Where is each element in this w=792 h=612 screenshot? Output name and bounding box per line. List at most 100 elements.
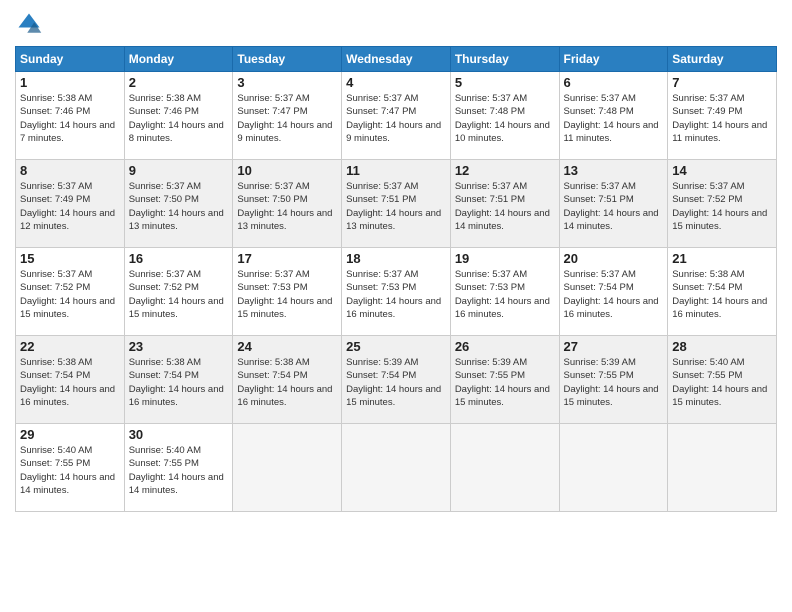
calendar-cell: 15Sunrise: 5:37 AMSunset: 7:52 PMDayligh… [16, 248, 125, 336]
calendar-cell: 25 Sunrise: 5:39 AMSunset: 7:54 PMDayligh… [342, 336, 451, 424]
day-info: Sunrise: 5:37 AMSunset: 7:47 PMDaylight:… [346, 92, 446, 145]
day-info: Sunrise: 5:38 AMSunset: 7:54 PMDaylight:… [20, 356, 120, 409]
day-info: Sunrise: 5:37 AMSunset: 7:52 PMDaylight:… [20, 268, 120, 321]
calendar-cell [668, 424, 777, 512]
day-number: 9 [129, 163, 229, 178]
weekday-header-friday: Friday [559, 47, 668, 72]
calendar-cell: 23Sunrise: 5:38 AMSunset: 7:54 PMDayligh… [124, 336, 233, 424]
day-number: 4 [346, 75, 446, 90]
calendar-cell: 27 Sunrise: 5:39 AMSunset: 7:55 PMDayligh… [559, 336, 668, 424]
day-info: Sunrise: 5:37 AMSunset: 7:48 PMDaylight:… [455, 92, 555, 145]
calendar-week-row: 8 Sunrise: 5:37 AMSunset: 7:49 PMDaylight… [16, 160, 777, 248]
day-info: Sunrise: 5:40 AMSunset: 7:55 PMDaylight:… [20, 444, 120, 497]
calendar-cell: 5Sunrise: 5:37 AMSunset: 7:48 PMDaylight… [450, 72, 559, 160]
day-number: 26 [455, 339, 555, 354]
header [15, 10, 777, 38]
calendar-cell: 11 Sunrise: 5:37 AMSunset: 7:51 PMDayligh… [342, 160, 451, 248]
day-number: 12 [455, 163, 555, 178]
page: SundayMondayTuesdayWednesdayThursdayFrid… [0, 0, 792, 612]
day-number: 27 [564, 339, 664, 354]
calendar-cell [233, 424, 342, 512]
calendar-cell: 19Sunrise: 5:37 AMSunset: 7:53 PMDayligh… [450, 248, 559, 336]
day-info: Sunrise: 5:37 AMSunset: 7:50 PMDaylight:… [129, 180, 229, 233]
day-number: 25 [346, 339, 446, 354]
weekday-header-wednesday: Wednesday [342, 47, 451, 72]
day-number: 19 [455, 251, 555, 266]
day-info: Sunrise: 5:39 AMSunset: 7:55 PMDaylight:… [455, 356, 555, 409]
calendar-header-row: SundayMondayTuesdayWednesdayThursdayFrid… [16, 47, 777, 72]
day-info: Sunrise: 5:37 AMSunset: 7:49 PMDaylight:… [672, 92, 772, 145]
day-info: Sunrise: 5:39 AMSunset: 7:54 PMDaylight:… [346, 356, 446, 409]
calendar-cell: 12 Sunrise: 5:37 AMSunset: 7:51 PMDayligh… [450, 160, 559, 248]
calendar-cell: 9 Sunrise: 5:37 AMSunset: 7:50 PMDaylight… [124, 160, 233, 248]
weekday-header-tuesday: Tuesday [233, 47, 342, 72]
calendar-cell: 2 Sunrise: 5:38 AMSunset: 7:46 PMDaylight… [124, 72, 233, 160]
calendar-table: SundayMondayTuesdayWednesdayThursdayFrid… [15, 46, 777, 512]
day-info: Sunrise: 5:37 AMSunset: 7:53 PMDaylight:… [237, 268, 337, 321]
calendar-cell: 4 Sunrise: 5:37 AMSunset: 7:47 PMDaylight… [342, 72, 451, 160]
day-info: Sunrise: 5:38 AMSunset: 7:54 PMDaylight:… [237, 356, 337, 409]
day-info: Sunrise: 5:37 AMSunset: 7:51 PMDaylight:… [455, 180, 555, 233]
day-number: 1 [20, 75, 120, 90]
weekday-header-monday: Monday [124, 47, 233, 72]
calendar-cell: 24 Sunrise: 5:38 AMSunset: 7:54 PMDayligh… [233, 336, 342, 424]
day-info: Sunrise: 5:37 AMSunset: 7:53 PMDaylight:… [346, 268, 446, 321]
calendar-cell: 13Sunrise: 5:37 AMSunset: 7:51 PMDayligh… [559, 160, 668, 248]
calendar-cell: 10 Sunrise: 5:37 AMSunset: 7:50 PMDayligh… [233, 160, 342, 248]
day-info: Sunrise: 5:38 AMSunset: 7:54 PMDaylight:… [672, 268, 772, 321]
day-info: Sunrise: 5:38 AMSunset: 7:46 PMDaylight:… [20, 92, 120, 145]
day-number: 13 [564, 163, 664, 178]
calendar-cell: 3 Sunrise: 5:37 AMSunset: 7:47 PMDaylight… [233, 72, 342, 160]
day-number: 23 [129, 339, 229, 354]
calendar-cell: 29 Sunrise: 5:40 AMSunset: 7:55 PMDayligh… [16, 424, 125, 512]
day-number: 3 [237, 75, 337, 90]
day-info: Sunrise: 5:40 AMSunset: 7:55 PMDaylight:… [129, 444, 229, 497]
day-number: 30 [129, 427, 229, 442]
day-number: 29 [20, 427, 120, 442]
calendar-cell: 28Sunrise: 5:40 AMSunset: 7:55 PMDayligh… [668, 336, 777, 424]
day-info: Sunrise: 5:37 AMSunset: 7:52 PMDaylight:… [672, 180, 772, 233]
calendar-cell: 22 Sunrise: 5:38 AMSunset: 7:54 PMDayligh… [16, 336, 125, 424]
general-blue-logo-icon [15, 10, 43, 38]
day-info: Sunrise: 5:37 AMSunset: 7:51 PMDaylight:… [346, 180, 446, 233]
day-number: 10 [237, 163, 337, 178]
calendar-cell: 26 Sunrise: 5:39 AMSunset: 7:55 PMDayligh… [450, 336, 559, 424]
calendar-week-row: 22 Sunrise: 5:38 AMSunset: 7:54 PMDayligh… [16, 336, 777, 424]
weekday-header-sunday: Sunday [16, 47, 125, 72]
calendar-cell: 8 Sunrise: 5:37 AMSunset: 7:49 PMDaylight… [16, 160, 125, 248]
calendar-cell: 6Sunrise: 5:37 AMSunset: 7:48 PMDaylight… [559, 72, 668, 160]
logo [15, 10, 47, 38]
day-number: 16 [129, 251, 229, 266]
day-info: Sunrise: 5:37 AMSunset: 7:49 PMDaylight:… [20, 180, 120, 233]
calendar-cell: 16 Sunrise: 5:37 AMSunset: 7:52 PMDayligh… [124, 248, 233, 336]
day-number: 24 [237, 339, 337, 354]
day-info: Sunrise: 5:37 AMSunset: 7:52 PMDaylight:… [129, 268, 229, 321]
day-number: 22 [20, 339, 120, 354]
day-number: 8 [20, 163, 120, 178]
day-number: 6 [564, 75, 664, 90]
day-number: 18 [346, 251, 446, 266]
day-info: Sunrise: 5:37 AMSunset: 7:50 PMDaylight:… [237, 180, 337, 233]
day-number: 21 [672, 251, 772, 266]
day-info: Sunrise: 5:37 AMSunset: 7:47 PMDaylight:… [237, 92, 337, 145]
calendar-cell [342, 424, 451, 512]
calendar-week-row: 1 Sunrise: 5:38 AMSunset: 7:46 PMDaylight… [16, 72, 777, 160]
calendar-cell: 17 Sunrise: 5:37 AMSunset: 7:53 PMDayligh… [233, 248, 342, 336]
weekday-header-saturday: Saturday [668, 47, 777, 72]
calendar-cell [450, 424, 559, 512]
calendar-cell: 30 Sunrise: 5:40 AMSunset: 7:55 PMDayligh… [124, 424, 233, 512]
day-number: 28 [672, 339, 772, 354]
day-info: Sunrise: 5:38 AMSunset: 7:46 PMDaylight:… [129, 92, 229, 145]
calendar-cell [559, 424, 668, 512]
day-number: 11 [346, 163, 446, 178]
day-number: 2 [129, 75, 229, 90]
calendar-cell: 20Sunrise: 5:37 AMSunset: 7:54 PMDayligh… [559, 248, 668, 336]
weekday-header-thursday: Thursday [450, 47, 559, 72]
day-info: Sunrise: 5:39 AMSunset: 7:55 PMDaylight:… [564, 356, 664, 409]
calendar-cell: 7 Sunrise: 5:37 AMSunset: 7:49 PMDaylight… [668, 72, 777, 160]
day-number: 7 [672, 75, 772, 90]
day-number: 17 [237, 251, 337, 266]
calendar-week-row: 15Sunrise: 5:37 AMSunset: 7:52 PMDayligh… [16, 248, 777, 336]
calendar-cell: 21 Sunrise: 5:38 AMSunset: 7:54 PMDayligh… [668, 248, 777, 336]
day-number: 20 [564, 251, 664, 266]
